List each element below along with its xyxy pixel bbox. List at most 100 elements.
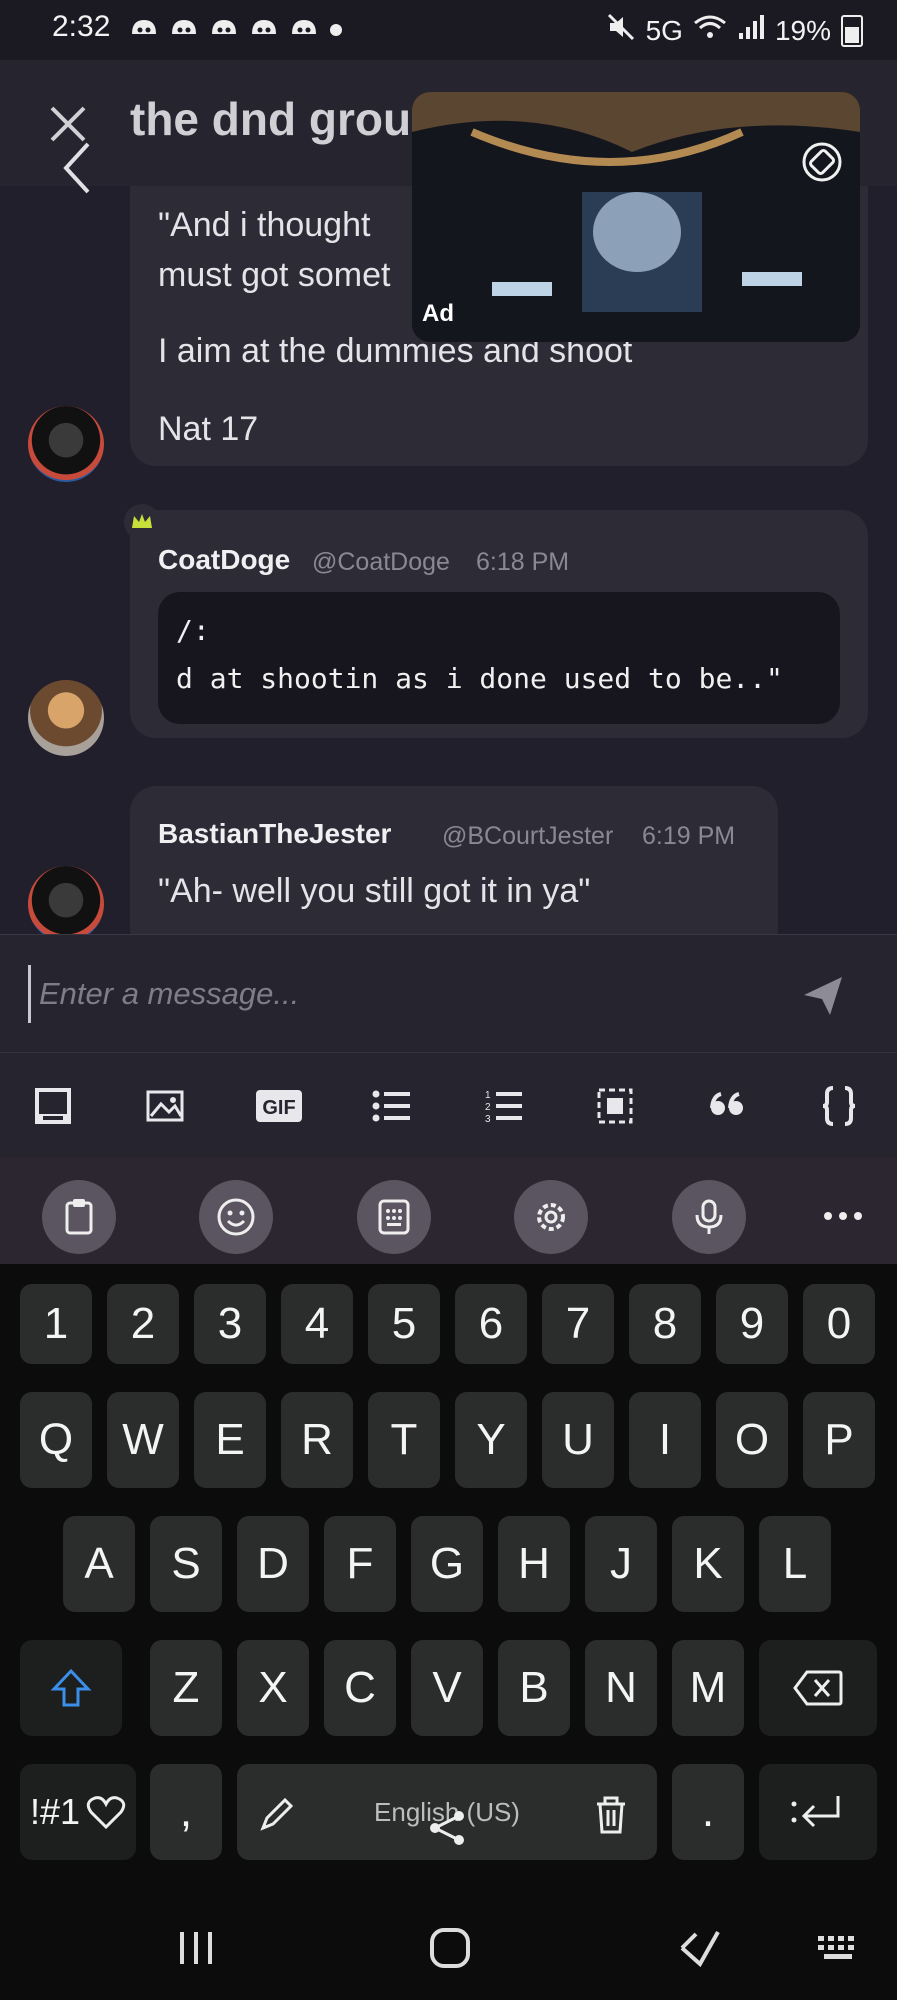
share-icon (430, 1811, 464, 1845)
avatar[interactable] (28, 406, 104, 482)
chevron-left-icon (63, 142, 90, 194)
keypad-button[interactable] (357, 1180, 431, 1254)
key-x[interactable]: X (237, 1640, 309, 1736)
period-key[interactable]: . (672, 1764, 744, 1860)
emoji-button[interactable] (199, 1180, 273, 1254)
keyboard-toolbar (0, 1158, 897, 1264)
key-i[interactable]: I (629, 1392, 701, 1488)
key-c[interactable]: C (324, 1640, 396, 1736)
code-button[interactable] (814, 1083, 864, 1129)
back-nav-icon (680, 1931, 720, 1968)
key-s[interactable]: S (150, 1516, 222, 1612)
key-7[interactable]: 7 (542, 1284, 614, 1364)
key-b[interactable]: B (498, 1640, 570, 1736)
message-input[interactable] (28, 965, 801, 1023)
key-h[interactable]: H (498, 1516, 570, 1612)
code-line: d at shootin as i done used to be.." (176, 662, 783, 695)
key-r[interactable]: R (281, 1392, 353, 1488)
key-4[interactable]: 4 (281, 1284, 353, 1364)
signal-icon (737, 13, 765, 48)
selection-button[interactable] (590, 1083, 640, 1129)
key-v[interactable]: V (411, 1640, 483, 1736)
comma-key[interactable]: , (150, 1764, 222, 1860)
app-notification-icon (288, 14, 320, 42)
key-w[interactable]: W (107, 1392, 179, 1488)
avatar[interactable] (28, 866, 104, 934)
key-k[interactable]: K (672, 1516, 744, 1612)
key-o[interactable]: O (716, 1392, 788, 1488)
spoiler-button[interactable] (28, 1083, 78, 1129)
backspace-icon (793, 1670, 843, 1706)
home-icon (430, 1928, 470, 1968)
battery-icon (841, 14, 863, 47)
message-author[interactable]: BastianTheJester (158, 818, 391, 850)
key-8[interactable]: 8 (629, 1284, 701, 1364)
key-j[interactable]: J (585, 1516, 657, 1612)
app-notification-icon (208, 14, 240, 42)
page-title[interactable]: the dnd group (130, 92, 410, 146)
key-3[interactable]: 3 (194, 1284, 266, 1364)
clipboard-button[interactable] (42, 1180, 116, 1254)
gif-button[interactable]: GIF (254, 1083, 304, 1129)
shift-key[interactable] (20, 1640, 122, 1736)
keypad-icon (378, 1199, 410, 1235)
key-l[interactable]: L (759, 1516, 831, 1612)
space-key[interactable]: English (US) (237, 1764, 657, 1860)
key-e[interactable]: E (194, 1392, 266, 1488)
key-2[interactable]: 2 (107, 1284, 179, 1364)
key-1[interactable]: 1 (20, 1284, 92, 1364)
key-5[interactable]: 5 (368, 1284, 440, 1364)
backspace-key[interactable] (759, 1640, 877, 1736)
recent-apps-button[interactable] (176, 1928, 216, 1968)
key-y[interactable]: Y (455, 1392, 527, 1488)
image-button[interactable] (142, 1083, 192, 1129)
key-p[interactable]: P (803, 1392, 875, 1488)
send-button[interactable] (800, 973, 846, 1019)
message-line: "And i thought (158, 206, 371, 244)
key-a[interactable]: A (63, 1516, 135, 1612)
shift-arrow-icon (50, 1668, 92, 1707)
key-u[interactable]: U (542, 1392, 614, 1488)
ad-video[interactable] (412, 92, 860, 342)
ad-rotate-button[interactable] (800, 140, 844, 184)
key-q[interactable]: Q (20, 1392, 92, 1488)
avatar[interactable] (28, 680, 104, 756)
network-label: 5G (645, 14, 683, 46)
voice-input-button[interactable] (672, 1180, 746, 1254)
settings-button[interactable] (514, 1180, 588, 1254)
key-f[interactable]: F (324, 1516, 396, 1612)
home-button[interactable] (428, 1926, 472, 1970)
keyboard-toggle-button[interactable] (816, 1934, 862, 1964)
spoiler-icon (35, 1088, 71, 1124)
key-z[interactable]: Z (150, 1640, 222, 1736)
symbols-key[interactable]: !#1 (20, 1764, 136, 1860)
back-button[interactable] (60, 140, 96, 196)
key-9[interactable]: 9 (716, 1284, 788, 1364)
numbered-list-button[interactable]: 123 (478, 1083, 528, 1129)
key-6[interactable]: 6 (455, 1284, 527, 1364)
back-nav-button[interactable] (678, 1928, 722, 1968)
message-text: "Ah- well you still got it in ya" (158, 872, 591, 910)
key-t[interactable]: T (368, 1392, 440, 1488)
battery-label: 19% (774, 14, 831, 46)
ad-label: Ad (422, 300, 454, 327)
message-line: must got somet (158, 256, 391, 294)
key-m[interactable]: M (672, 1640, 744, 1736)
enter-key[interactable] (759, 1764, 877, 1860)
key-d[interactable]: D (237, 1516, 309, 1612)
status-time: 2:32 (52, 10, 111, 43)
app-notification-icon (168, 14, 200, 42)
message-bubble (130, 786, 778, 934)
key-g[interactable]: G (411, 1516, 483, 1612)
code-block: /: d at shootin as i done used to be.." (158, 592, 840, 724)
key-n[interactable]: N (585, 1640, 657, 1736)
more-options-button[interactable] (818, 1196, 868, 1236)
gear-icon (537, 1203, 565, 1231)
quote-button[interactable] (702, 1083, 752, 1129)
bullet-list-button[interactable] (366, 1083, 416, 1129)
key-0[interactable]: 0 (803, 1284, 875, 1364)
numbered-list-icon: 123 (485, 1090, 522, 1125)
message-author[interactable]: CoatDoge (158, 544, 290, 576)
message-time: 6:19 PM (642, 822, 736, 850)
system-nav-bar (0, 1884, 897, 2000)
